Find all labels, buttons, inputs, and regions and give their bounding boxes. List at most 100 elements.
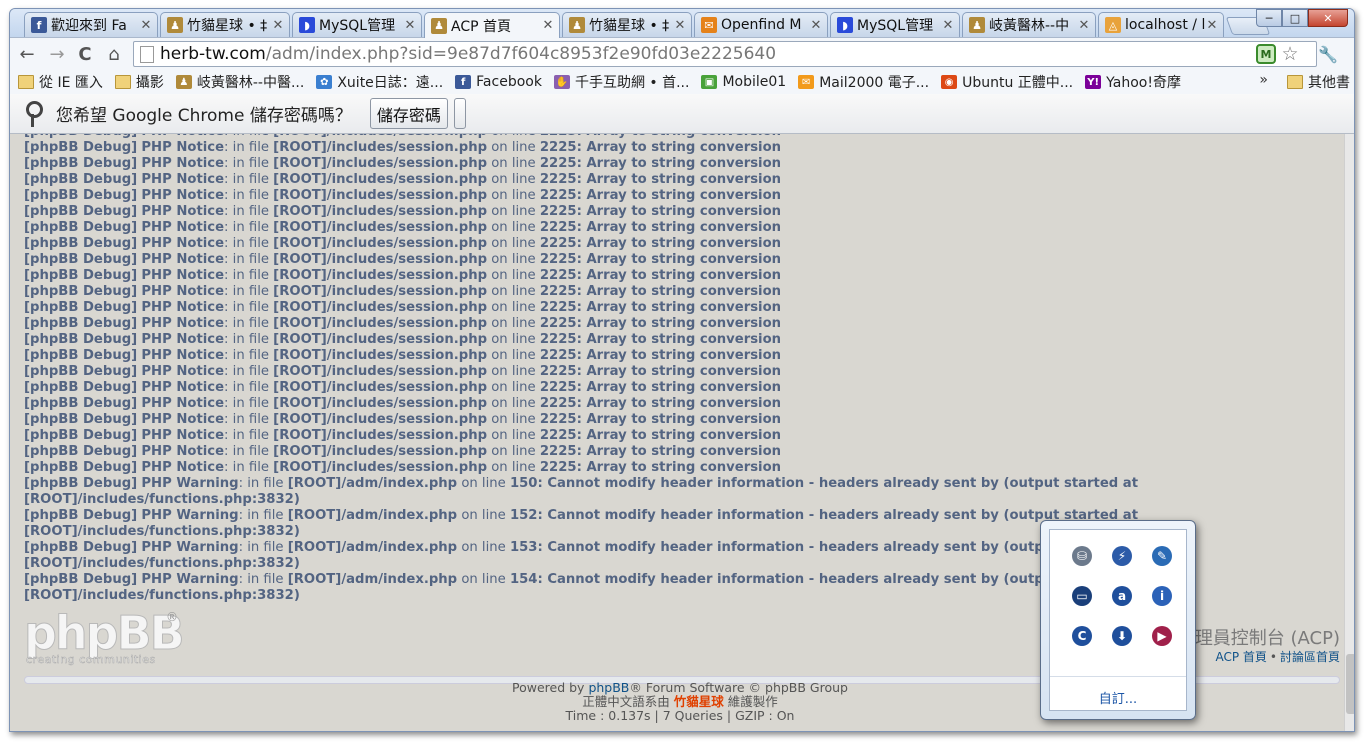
bookmark-item[interactable]: f Facebook: [455, 74, 542, 90]
tab[interactable]: ◬ localhost / l ✕: [1098, 12, 1224, 37]
tab-close-icon[interactable]: ✕: [809, 18, 823, 33]
acp-home-link[interactable]: ACP 首頁: [1215, 650, 1266, 664]
bookmark-item[interactable]: 從 IE 匯入: [18, 72, 103, 92]
debug-prefix: [phpBB Debug]: [24, 380, 138, 395]
tab-close-icon[interactable]: ✕: [271, 18, 285, 33]
tab-close-icon[interactable]: ✕: [403, 18, 417, 33]
translation-link[interactable]: 竹貓星球: [674, 694, 724, 709]
tab[interactable]: ♟ 竹貓星球 • ‡ ✕: [160, 12, 290, 37]
debug-in-file: : in file: [224, 140, 274, 155]
forward-button[interactable]: →: [46, 44, 68, 66]
minimize-button[interactable]: ─: [1256, 9, 1282, 27]
phpbb-logo[interactable]: phpBB ® creating communities: [24, 610, 186, 668]
wrench-menu-icon[interactable]: 🔧: [1316, 44, 1340, 66]
debug-notice-line: [phpBB Debug] PHP Notice: in file [ROOT]…: [24, 316, 1134, 332]
chumao-favicon: ♟: [167, 17, 183, 33]
acp-title: 理員控制台 (ACP): [1194, 628, 1340, 649]
debug-on-line: on line: [487, 236, 540, 251]
power-bolt-icon[interactable]: ⚡: [1112, 546, 1132, 566]
debug-in-file: : in file: [224, 412, 274, 427]
tab-close-icon[interactable]: ✕: [1077, 18, 1091, 33]
debug-in-file: : in file: [224, 316, 274, 331]
debug-type: PHP Notice: [141, 348, 225, 363]
tab[interactable]: ✉ Openfind M ✕: [694, 12, 828, 37]
bookmark-item[interactable]: ✿ Xuite日誌：遠...: [316, 72, 443, 92]
debug-prefix: [phpBB Debug]: [24, 188, 138, 203]
other-bookmarks-folder[interactable]: 其他書: [1287, 70, 1350, 94]
url-path: /adm/index.php?sid=9e87d7f604c8953f2e90f…: [265, 44, 777, 64]
debug-on-line: on line: [487, 364, 540, 379]
debug-notice-line: [phpBB Debug] PHP Notice: in file [ROOT]…: [24, 188, 1134, 204]
bookmark-item[interactable]: Y! Yahoo!奇摩: [1085, 72, 1181, 92]
media-play-icon[interactable]: ▶: [1152, 626, 1172, 646]
tab-close-icon[interactable]: ✕: [673, 18, 687, 33]
bookmark-star-icon[interactable]: ☆: [1280, 44, 1300, 64]
maximize-button[interactable]: □: [1282, 9, 1308, 27]
debug-line-number: 2225: [539, 396, 577, 411]
link-separator: •: [1269, 650, 1277, 664]
powered-suffix: ® Forum Software © phpBB Group: [629, 680, 848, 695]
debug-notice-line: [phpBB Debug] PHP Notice: in file [ROOT]…: [24, 220, 1134, 236]
tab-close-icon[interactable]: ✕: [1205, 18, 1219, 33]
xuite-icon: ✿: [316, 75, 333, 89]
herb-favicon: ♟: [969, 17, 985, 33]
tab[interactable]: ♟ 岐黃醫林--中 ✕: [962, 12, 1096, 37]
download-arrow-icon[interactable]: ⬇: [1112, 626, 1132, 646]
debug-warning-line: [phpBB Debug] PHP Warning: in file [ROOT…: [24, 540, 1138, 556]
debug-file: [ROOT]/adm/index.php: [287, 508, 458, 523]
tab-label: ACP 首頁: [451, 18, 511, 35]
debug-type: PHP Notice: [141, 188, 225, 203]
forum-home-link[interactable]: 討論區首頁: [1280, 650, 1340, 664]
tab[interactable]: ♟ ACP 首頁 ✕: [424, 12, 560, 38]
address-bar[interactable]: herb-tw.com/adm/index.php?sid=9e87d7f604…: [133, 41, 1317, 67]
debug-notice-line: [phpBB Debug] PHP Notice: in file [ROOT]…: [24, 444, 1134, 460]
monitor-icon[interactable]: ▭: [1072, 586, 1092, 606]
tab-close-icon[interactable]: ✕: [941, 18, 955, 33]
scrollbar-thumb[interactable]: [1346, 654, 1354, 714]
tab-strip: f 歡迎來到 Fa ✕ ♟ 竹貓星球 • ‡ ✕ ◗ MySQL管理 ✕ ♟ ACP 首頁 ✕ ♟ 竹貓星…: [10, 9, 1354, 38]
page-scrollbar[interactable]: [1344, 134, 1354, 731]
c-circle-icon[interactable]: C: [1072, 626, 1092, 646]
back-button[interactable]: ←: [16, 44, 38, 66]
infobar-dropdown-button[interactable]: [453, 98, 466, 129]
bookmark-item[interactable]: ✋ 千手互助網 • 首...: [553, 72, 689, 92]
tab[interactable]: ♟ 竹貓星球 • ‡ ✕: [562, 12, 692, 37]
debug-in-file: : in file: [224, 156, 274, 171]
debug-line-number: 2225: [539, 300, 577, 315]
bookmark-item[interactable]: ◉ Ubuntu 正體中...: [941, 72, 1073, 92]
save-password-button[interactable]: 儲存密碼: [369, 98, 448, 129]
debug-file: [ROOT]/includes/session.php: [273, 316, 488, 331]
phpbb-link[interactable]: phpBB: [588, 680, 629, 695]
tab[interactable]: ◗ MySQL管理 ✕: [830, 12, 960, 37]
debug-type: PHP Notice: [141, 236, 225, 251]
extension-icon[interactable]: M: [1256, 44, 1276, 64]
a-circle-icon[interactable]: a: [1112, 586, 1132, 606]
network-drive-icon[interactable]: ⛁: [1072, 546, 1092, 566]
tab[interactable]: ◗ MySQL管理 ✕: [292, 12, 422, 37]
bookmarks-overflow-button[interactable]: »: [1259, 72, 1268, 88]
bookmark-item[interactable]: ✉ Mail2000 電子...: [798, 72, 929, 92]
reload-button[interactable]: C: [74, 44, 96, 66]
debug-in-file: : in file: [224, 396, 274, 411]
debug-line-number: 2225: [539, 172, 577, 187]
notification-tray-popup: ⛁ ⚡ ✎ ▭ a i C ⬇ ▶ 自訂...: [1040, 520, 1196, 720]
debug-line-number: 2225: [539, 204, 577, 219]
debug-line-number: 2225: [539, 348, 577, 363]
debug-type: PHP Notice: [141, 412, 225, 427]
debug-line-number: 2225: [539, 364, 577, 379]
bookmark-item[interactable]: ♟ 岐黃醫林--中醫...: [175, 72, 304, 92]
debug-line-number: 2225: [539, 220, 577, 235]
bookmark-item[interactable]: ▣ Mobile01: [701, 74, 786, 90]
bookmark-item[interactable]: 攝影: [114, 72, 164, 92]
info-icon[interactable]: i: [1152, 586, 1172, 606]
tab-close-icon[interactable]: ✕: [541, 18, 555, 33]
tab[interactable]: f 歡迎來到 Fa ✕: [24, 12, 158, 37]
debug-file: [ROOT]/includes/session.php: [273, 332, 488, 347]
debug-type: PHP Notice: [141, 380, 225, 395]
phpmyadmin-icon: ◬: [1105, 17, 1121, 33]
home-button[interactable]: ⌂: [103, 44, 125, 66]
close-window-button[interactable]: ✕: [1308, 9, 1348, 27]
wrench-tool-icon[interactable]: ✎: [1152, 546, 1172, 566]
tab-close-icon[interactable]: ✕: [139, 18, 153, 33]
customize-link[interactable]: 自訂...: [1050, 688, 1186, 707]
